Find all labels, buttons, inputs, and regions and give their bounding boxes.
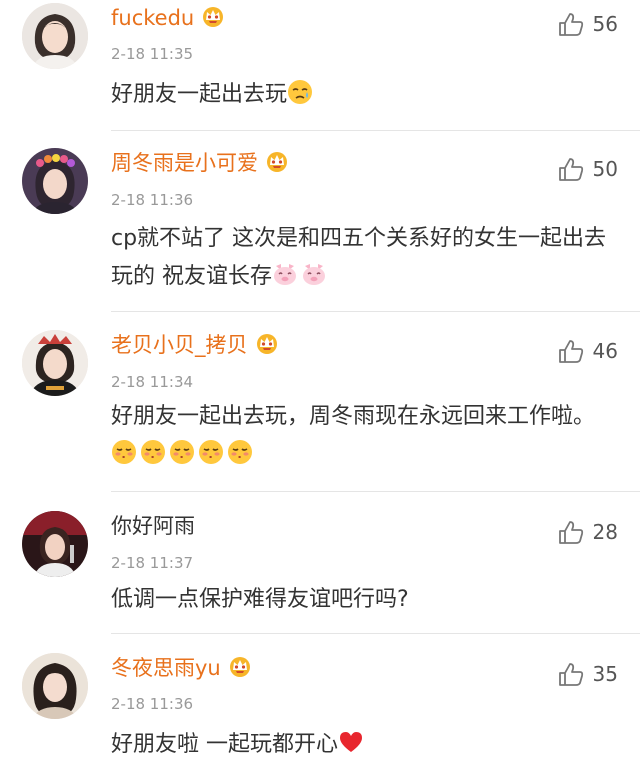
timestamp: 2-18 11:34	[111, 373, 194, 391]
timestamp: 2-18 11:37	[111, 554, 194, 572]
vip-crown-badge-icon	[199, 4, 227, 28]
like-button[interactable]: 46	[557, 336, 618, 366]
kissing-face-emoji	[111, 439, 137, 465]
avatar[interactable]	[22, 511, 88, 577]
comment-text: 好朋友一起出去玩	[111, 76, 621, 114]
like-count: 28	[592, 520, 618, 544]
red-heart-emoji	[338, 729, 364, 755]
like-button[interactable]: 56	[557, 9, 618, 39]
vip-crown-badge-icon	[226, 654, 254, 678]
divider	[111, 491, 640, 492]
avatar[interactable]	[22, 653, 88, 719]
kissing-face-emoji	[227, 439, 253, 465]
username[interactable]: fuckedu	[111, 3, 227, 33]
like-button[interactable]: 28	[557, 517, 618, 547]
timestamp: 2-18 11:35	[111, 45, 194, 63]
like-button[interactable]: 50	[557, 154, 618, 184]
pink-pig-face-emoji	[301, 261, 327, 287]
like-count: 56	[592, 12, 618, 36]
timestamp: 2-18 11:36	[111, 695, 194, 713]
kissing-face-emoji	[169, 439, 195, 465]
like-count: 46	[592, 339, 618, 363]
thumbs-up-icon	[557, 518, 585, 546]
like-count: 35	[592, 662, 618, 686]
avatar[interactable]	[22, 3, 88, 69]
username[interactable]: 周冬雨是小可爱	[111, 148, 291, 178]
pink-pig-face-emoji	[272, 261, 298, 287]
sleepy-face-emoji	[287, 79, 313, 105]
kissing-face-emoji	[140, 439, 166, 465]
comment-text: cp就不站了 这次是和四五个关系好的女生一起出去玩的 祝友谊长存	[111, 226, 607, 289]
thumbs-up-icon	[557, 337, 585, 365]
comment-text: 低调一点保护难得友谊吧行吗?	[111, 587, 409, 612]
username[interactable]: 老贝小贝_拷贝	[111, 330, 281, 360]
thumbs-up-icon	[557, 155, 585, 183]
vip-crown-badge-icon	[263, 149, 291, 173]
divider	[111, 633, 640, 634]
like-button[interactable]: 35	[557, 659, 618, 689]
username[interactable]: 冬夜思雨yu	[111, 653, 254, 683]
thumbs-up-icon	[557, 660, 585, 688]
username[interactable]: 你好阿雨	[111, 511, 195, 541]
vip-crown-badge-icon	[253, 331, 281, 355]
like-count: 50	[592, 157, 618, 181]
divider	[111, 130, 640, 131]
timestamp: 2-18 11:36	[111, 191, 194, 209]
comment-text: 好朋友啦 一起玩都开心	[111, 726, 621, 764]
thumbs-up-icon	[557, 10, 585, 38]
avatar[interactable]	[22, 330, 88, 396]
avatar[interactable]	[22, 148, 88, 214]
kissing-face-emoji	[198, 439, 224, 465]
comment-text: 好朋友一起出去玩，周冬雨现在永远回来工作啦。	[111, 398, 621, 474]
divider	[111, 311, 640, 312]
